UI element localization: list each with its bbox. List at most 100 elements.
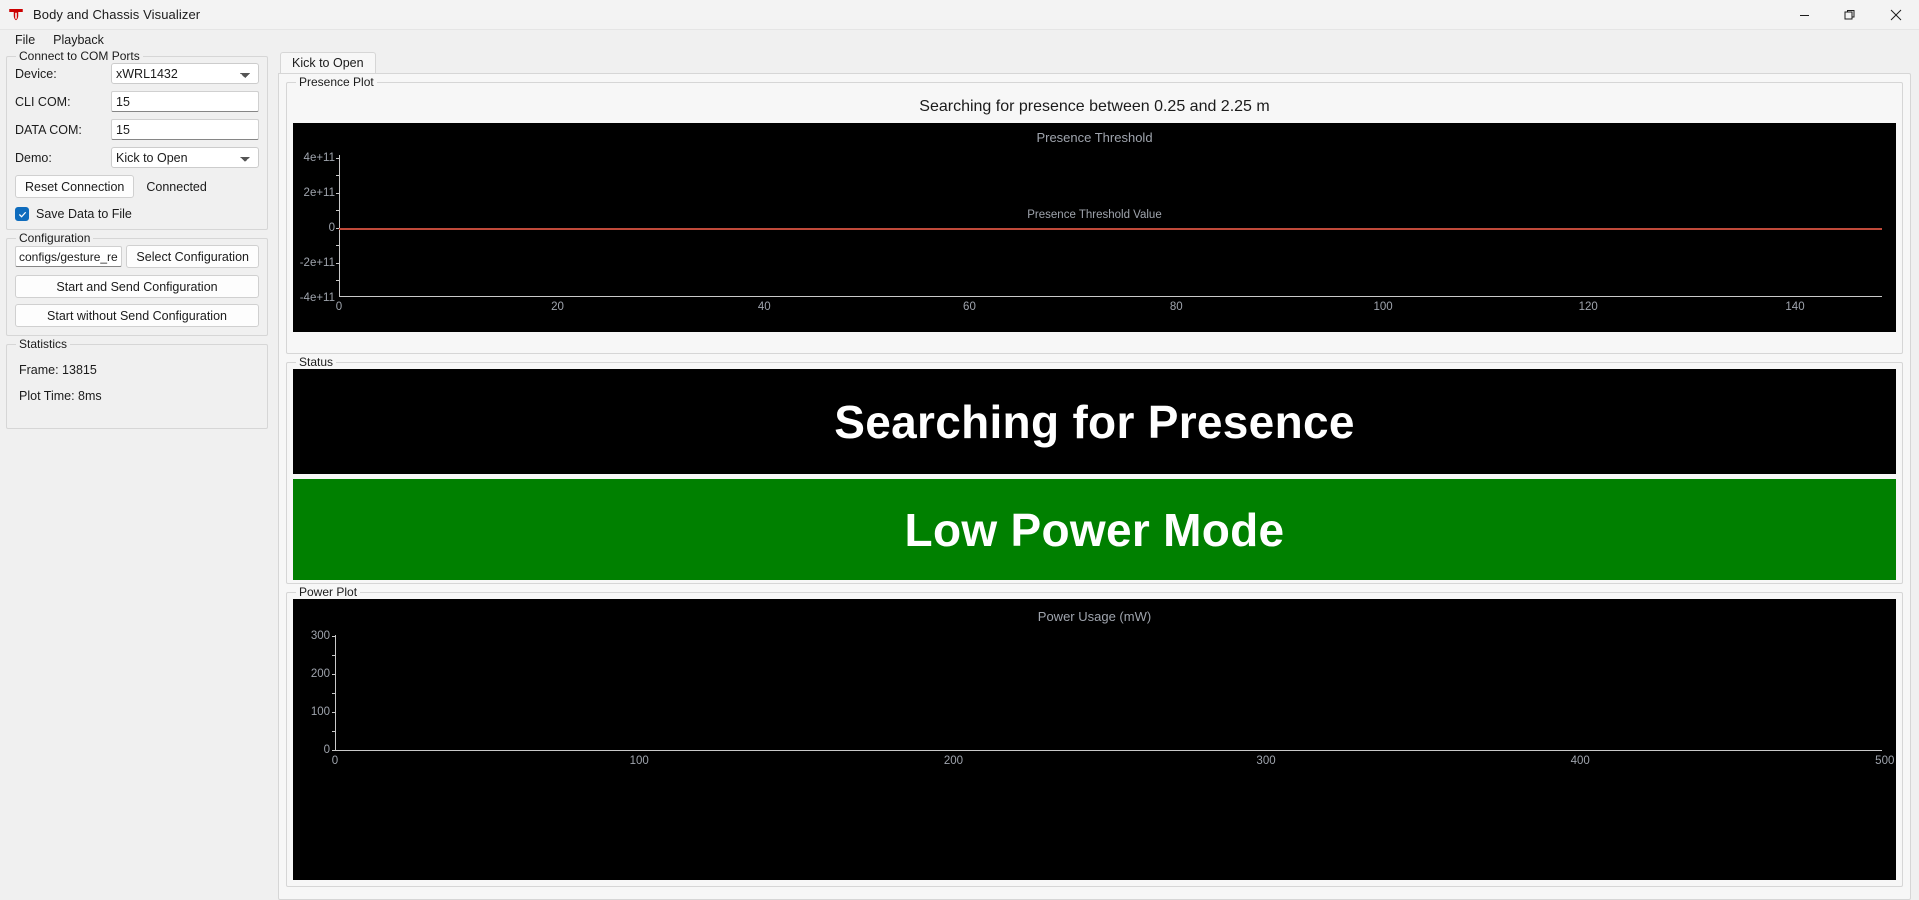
- presence-xtick-3: 60: [963, 301, 976, 313]
- configuration-group-title: Configuration: [16, 231, 94, 245]
- tab-kick-to-open[interactable]: Kick to Open: [280, 52, 376, 73]
- statistics-group: Statistics Frame: 13815 Plot Time: 8ms: [6, 337, 268, 429]
- presence-ytick-4: -4e+11: [299, 292, 335, 304]
- presence-xtick-4: 80: [1169, 301, 1183, 313]
- presence-x-axis: [339, 296, 1882, 297]
- presence-ytickmark: [336, 245, 340, 246]
- power-ytick-1: 100: [310, 706, 330, 718]
- presence-xtick-0: 0: [335, 301, 343, 313]
- presence-xtick-6: 120: [1578, 301, 1598, 313]
- configuration-group: Configuration Select Configuration Start…: [6, 231, 268, 336]
- save-data-label: Save Data to File: [36, 207, 132, 221]
- com-ports-group-title: Connect to COM Ports: [16, 49, 143, 63]
- power-xtick-4: 400: [1570, 755, 1590, 767]
- tab-page: Presence Plot Searching for presence bet…: [278, 73, 1911, 900]
- device-select[interactable]: xWRL1432: [111, 63, 259, 84]
- tab-strip: Kick to Open: [280, 52, 1911, 73]
- save-data-row[interactable]: Save Data to File: [15, 207, 259, 221]
- power-ytickmark: [332, 693, 336, 694]
- presence-ytick-3: -2e+11: [299, 257, 335, 269]
- presence-ytickmark: [336, 280, 340, 281]
- menu-item-file[interactable]: File: [6, 32, 44, 48]
- power-xtick-0: 0: [331, 755, 339, 767]
- window-controls: [1781, 0, 1919, 30]
- presence-headline: Searching for presence between 0.25 and …: [919, 98, 1270, 115]
- power-plot-canvas[interactable]: Power Usage (mW) 0 100 200 300 0 100 200…: [293, 599, 1896, 880]
- power-ytick-0: 0: [323, 744, 330, 756]
- data-com-input[interactable]: [111, 119, 259, 140]
- minimize-icon[interactable]: [1781, 0, 1827, 30]
- presence-plot-group-title: Presence Plot: [296, 75, 377, 89]
- left-control-panel: Connect to COM Ports Device: xWRL1432 CL…: [0, 49, 276, 900]
- power-plot-group-title: Power Plot: [296, 585, 361, 599]
- power-ytickmark: [332, 655, 336, 656]
- presence-plot-title: Presence Threshold: [1036, 130, 1153, 145]
- maximize-icon[interactable]: [1827, 0, 1873, 30]
- presence-y-axis: [339, 155, 340, 296]
- start-without-send-configuration-button[interactable]: Start without Send Configuration: [15, 304, 259, 327]
- power-plot-title: Power Usage (mW): [1037, 609, 1152, 624]
- presence-ytickmark: [336, 158, 340, 159]
- reset-connection-row: Reset Connection Connected: [15, 175, 259, 198]
- cli-com-row: CLI COM:: [15, 91, 259, 112]
- presence-ytickmark: [336, 263, 340, 264]
- presence-xtick-1: 20: [551, 301, 564, 313]
- presence-threshold-series: [339, 228, 1882, 230]
- presence-ytick-0: 4e+11: [303, 152, 335, 164]
- power-xtick-5: 500: [1875, 755, 1895, 767]
- device-row: Device: xWRL1432: [15, 63, 259, 84]
- power-ytick-3: 300: [310, 630, 330, 642]
- cli-com-label: CLI COM:: [15, 94, 71, 109]
- device-label: Device:: [15, 66, 57, 81]
- start-and-send-configuration-button[interactable]: Start and Send Configuration: [15, 275, 259, 298]
- cli-com-input[interactable]: [111, 91, 259, 112]
- close-icon[interactable]: [1873, 0, 1919, 30]
- power-plot-group: Power Plot Power Usage (mW) 0 100 200 30…: [286, 585, 1903, 887]
- power-ytickmark: [332, 636, 336, 637]
- ti-logo-icon: [9, 8, 23, 20]
- presence-plot-canvas[interactable]: Presence Threshold 4e+11 2e+11 0 -2e+11 …: [293, 123, 1896, 332]
- demo-select[interactable]: Kick to Open: [111, 147, 259, 168]
- save-data-checkbox[interactable]: [15, 207, 29, 221]
- power-xtick-3: 300: [1256, 755, 1276, 767]
- select-configuration-button[interactable]: Select Configuration: [126, 245, 259, 268]
- data-com-row: DATA COM:: [15, 119, 259, 140]
- menu-item-playback[interactable]: Playback: [44, 32, 113, 48]
- presence-ytickmark: [336, 175, 340, 176]
- status-power-banner: Low Power Mode: [293, 479, 1896, 580]
- statistics-group-title: Statistics: [16, 337, 71, 351]
- power-x-axis: [335, 750, 1882, 751]
- power-ytick-2: 200: [310, 668, 330, 680]
- presence-ytickmark: [336, 210, 340, 211]
- config-path-input[interactable]: [15, 246, 123, 267]
- demo-row: Demo: Kick to Open: [15, 147, 259, 168]
- window-title: Body and Chassis Visualizer: [33, 7, 201, 22]
- right-plot-panel: Kick to Open Presence Plot Searching for…: [276, 50, 1919, 900]
- presence-ytickmark: [336, 193, 340, 194]
- com-ports-group: Connect to COM Ports Device: xWRL1432 CL…: [6, 49, 268, 230]
- power-ytickmark: [332, 712, 336, 713]
- config-path-row: Select Configuration: [15, 245, 259, 268]
- status-presence-banner: Searching for Presence: [293, 369, 1896, 474]
- presence-xtick-2: 40: [757, 301, 771, 313]
- presence-ytick-2: 0: [328, 222, 335, 234]
- title-bar: Body and Chassis Visualizer: [0, 0, 1919, 30]
- presence-xtick-5: 100: [1373, 301, 1393, 313]
- presence-xtick-7: 140: [1785, 301, 1805, 313]
- presence-plot-group: Presence Plot Searching for presence bet…: [286, 75, 1903, 354]
- reset-connection-button[interactable]: Reset Connection: [15, 175, 135, 198]
- main-content: Connect to COM Ports Device: xWRL1432 CL…: [0, 49, 1919, 900]
- power-xtick-2: 200: [943, 755, 964, 767]
- statistics-plot-time: Plot Time: 8ms: [19, 389, 102, 403]
- status-group: Status Searching for Presence Low Power …: [286, 355, 1903, 584]
- statistics-frame: Frame: 13815: [19, 363, 97, 377]
- power-ytickmark: [332, 674, 336, 675]
- power-ytickmark: [332, 731, 336, 732]
- power-ytickmark: [332, 750, 336, 751]
- data-com-label: DATA COM:: [15, 122, 82, 137]
- power-xtick-1: 100: [629, 755, 649, 767]
- status-group-title: Status: [296, 355, 337, 369]
- presence-threshold-series-label: Presence Threshold Value: [1027, 209, 1162, 221]
- demo-label: Demo:: [15, 150, 52, 165]
- menu-bar: File Playback: [0, 30, 1919, 50]
